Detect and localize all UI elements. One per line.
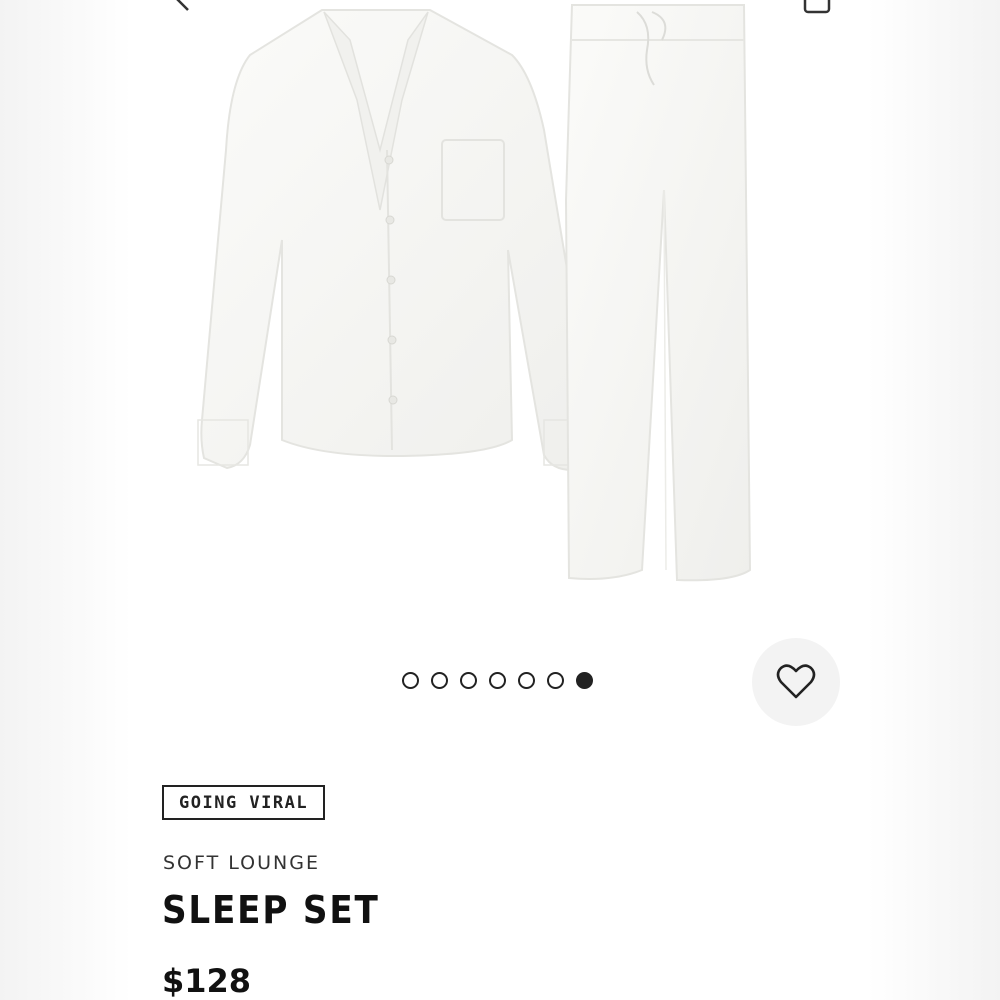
gallery-dot[interactable] <box>431 672 448 689</box>
gallery-pagination <box>402 672 593 689</box>
gallery-dot[interactable] <box>518 672 535 689</box>
product-title: SLEEP SET <box>162 888 380 932</box>
right-background <box>868 0 1000 1000</box>
gallery-dot[interactable] <box>547 672 564 689</box>
gallery-dot[interactable] <box>489 672 506 689</box>
gallery-dot[interactable] <box>576 672 593 689</box>
left-background <box>0 0 132 1000</box>
status-badge: GOING VIRAL <box>162 785 326 820</box>
product-price: $128 <box>162 962 252 1000</box>
heart-icon <box>776 664 816 699</box>
sleep-set-illustration <box>197 4 752 582</box>
product-collection: SOFT LOUNGE <box>163 852 320 874</box>
product-image[interactable] <box>132 0 868 620</box>
gallery-dot[interactable] <box>402 672 419 689</box>
favorite-button[interactable] <box>752 638 840 726</box>
product-page: GOING VIRAL SOFT LOUNGE SLEEP SET $128 <box>132 0 868 1000</box>
gallery-dot[interactable] <box>460 672 477 689</box>
